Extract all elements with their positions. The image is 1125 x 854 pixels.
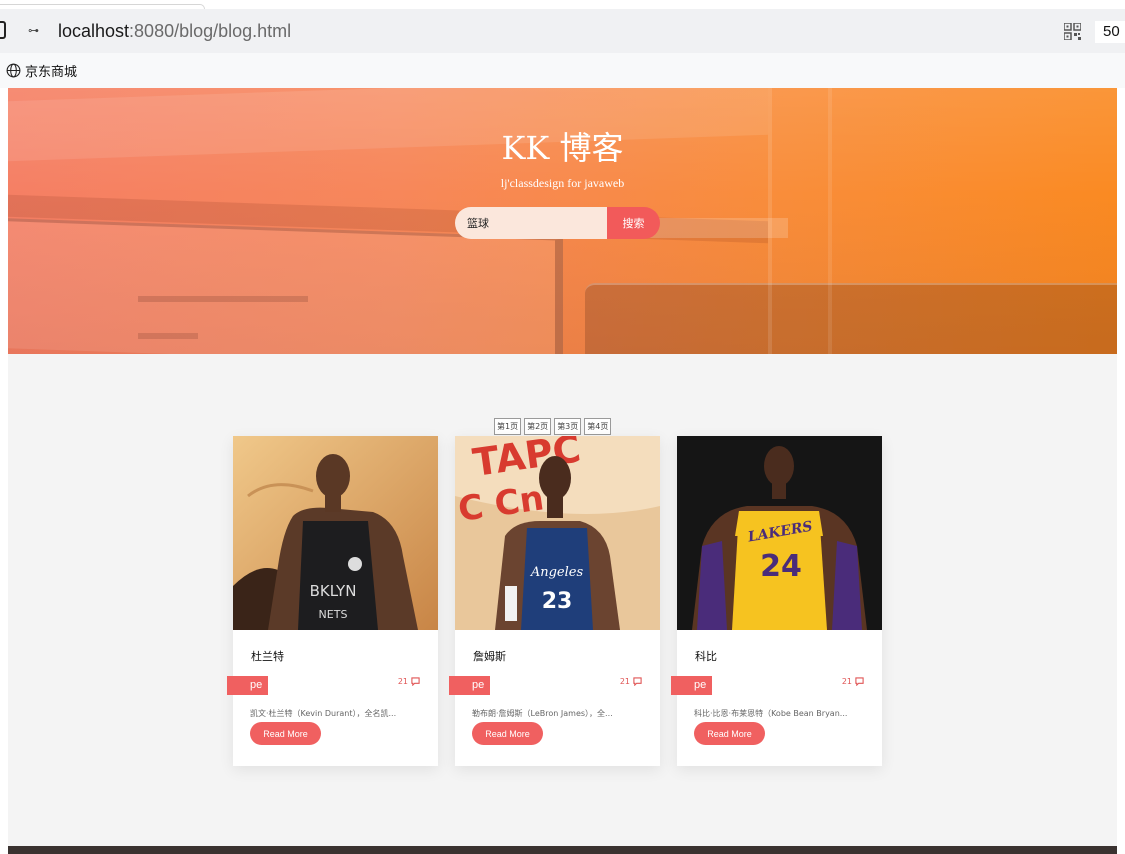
jersey-text: BKLYN xyxy=(310,582,357,600)
bookmark-jd[interactable]: 京东商城 xyxy=(6,61,77,80)
blog-subtitle: lj'classdesign for javaweb xyxy=(500,176,625,190)
page-link-3[interactable]: 第3页 xyxy=(554,418,582,435)
jersey-sub: 23 xyxy=(542,589,573,614)
browser-tab-strip xyxy=(0,0,1125,9)
zoom-level[interactable]: 50 xyxy=(1095,21,1125,43)
jersey-text: Angeles xyxy=(530,565,584,580)
pagination: 第1页 第2页 第3页 第4页 xyxy=(494,418,612,435)
post-card: BKLYN NETS 杜兰特 pe 21 凯文·杜兰特（Kevin Durant… xyxy=(227,436,438,766)
post-excerpt: 凯文·杜兰特（Kevin Durant），全名凯... xyxy=(250,709,397,718)
comment-count: 21 xyxy=(620,677,642,686)
url-field[interactable]: localhost:8080/blog/blog.html xyxy=(58,21,291,41)
address-bar: ⊶ localhost:8080/blog/blog.html 50 xyxy=(0,9,1125,53)
post-image[interactable]: TAPC C Cn Angeles 23 xyxy=(455,436,660,630)
comment-icon xyxy=(411,677,420,686)
hero-shape xyxy=(138,296,308,302)
site-info-icon[interactable]: ⊶ xyxy=(28,24,50,38)
category-tag[interactable]: pe xyxy=(227,676,268,695)
post-excerpt: 勒布朗·詹姆斯（LeBron James），全... xyxy=(472,709,613,718)
post-card: LAKERS 24 科比 pe 21 科比·比恩·布莱恩特（Kobe Bean … xyxy=(671,436,882,766)
bookmark-label: 京东商城 xyxy=(25,65,78,80)
bookmarks-bar: 京东商城 xyxy=(0,53,1125,88)
category-tag[interactable]: pe xyxy=(449,676,490,695)
player-photo-kobe: LAKERS 24 xyxy=(677,436,882,630)
comment-icon xyxy=(633,677,642,686)
post-image[interactable]: BKLYN NETS xyxy=(233,436,438,630)
comment-number: 21 xyxy=(397,677,408,686)
post-title[interactable]: 杜兰特 xyxy=(251,650,284,664)
hero-shape xyxy=(138,333,198,339)
read-more-button[interactable]: Read More xyxy=(472,722,543,745)
blog-title: KK 博客 xyxy=(501,129,624,167)
hero-monitor-shape xyxy=(585,283,1117,354)
url-path: :8080/blog/blog.html xyxy=(129,21,292,41)
sidebar-toggle-icon[interactable] xyxy=(0,21,6,39)
comment-number: 21 xyxy=(619,677,630,686)
jersey-sub: NETS xyxy=(319,608,348,621)
comment-icon xyxy=(855,677,864,686)
page-link-1[interactable]: 第1页 xyxy=(494,418,522,435)
post-image[interactable]: LAKERS 24 xyxy=(677,436,882,630)
category-tag[interactable]: pe xyxy=(671,676,712,695)
search-input[interactable] xyxy=(455,207,607,239)
read-more-button[interactable]: Read More xyxy=(694,722,765,745)
comment-count: 21 xyxy=(398,677,420,686)
search-button[interactable]: 搜索 xyxy=(607,207,660,239)
post-card: TAPC C Cn Angeles 23 詹姆斯 pe 21 勒布朗·詹姆斯（L… xyxy=(449,436,660,766)
footer xyxy=(8,846,1117,854)
player-photo-durant: BKLYN NETS xyxy=(233,436,438,630)
read-more-button[interactable]: Read More xyxy=(250,722,321,745)
url-host: localhost xyxy=(58,21,130,41)
globe-icon xyxy=(6,63,21,78)
comment-count: 21 xyxy=(842,677,864,686)
tag-label: pe xyxy=(694,679,707,691)
post-title[interactable]: 科比 xyxy=(695,650,717,664)
comment-number: 21 xyxy=(841,677,852,686)
hero-banner: KK 博客 lj'classdesign for javaweb 搜索 xyxy=(8,88,1117,354)
post-title[interactable]: 詹姆斯 xyxy=(473,650,506,664)
qr-code-icon[interactable] xyxy=(1064,23,1081,40)
jersey-sub: 24 xyxy=(760,549,802,584)
tag-label: pe xyxy=(472,679,485,691)
tag-label: pe xyxy=(250,679,263,691)
page-link-4[interactable]: 第4页 xyxy=(584,418,612,435)
post-excerpt: 科比·比恩·布莱恩特（Kobe Bean Bryan... xyxy=(694,709,848,718)
page-link-2[interactable]: 第2页 xyxy=(524,418,552,435)
player-photo-james: TAPC C Cn Angeles 23 xyxy=(455,436,660,630)
page-content: KK 博客 lj'classdesign for javaweb 搜索 第1页 … xyxy=(8,88,1117,854)
search-form: 搜索 xyxy=(455,207,660,239)
